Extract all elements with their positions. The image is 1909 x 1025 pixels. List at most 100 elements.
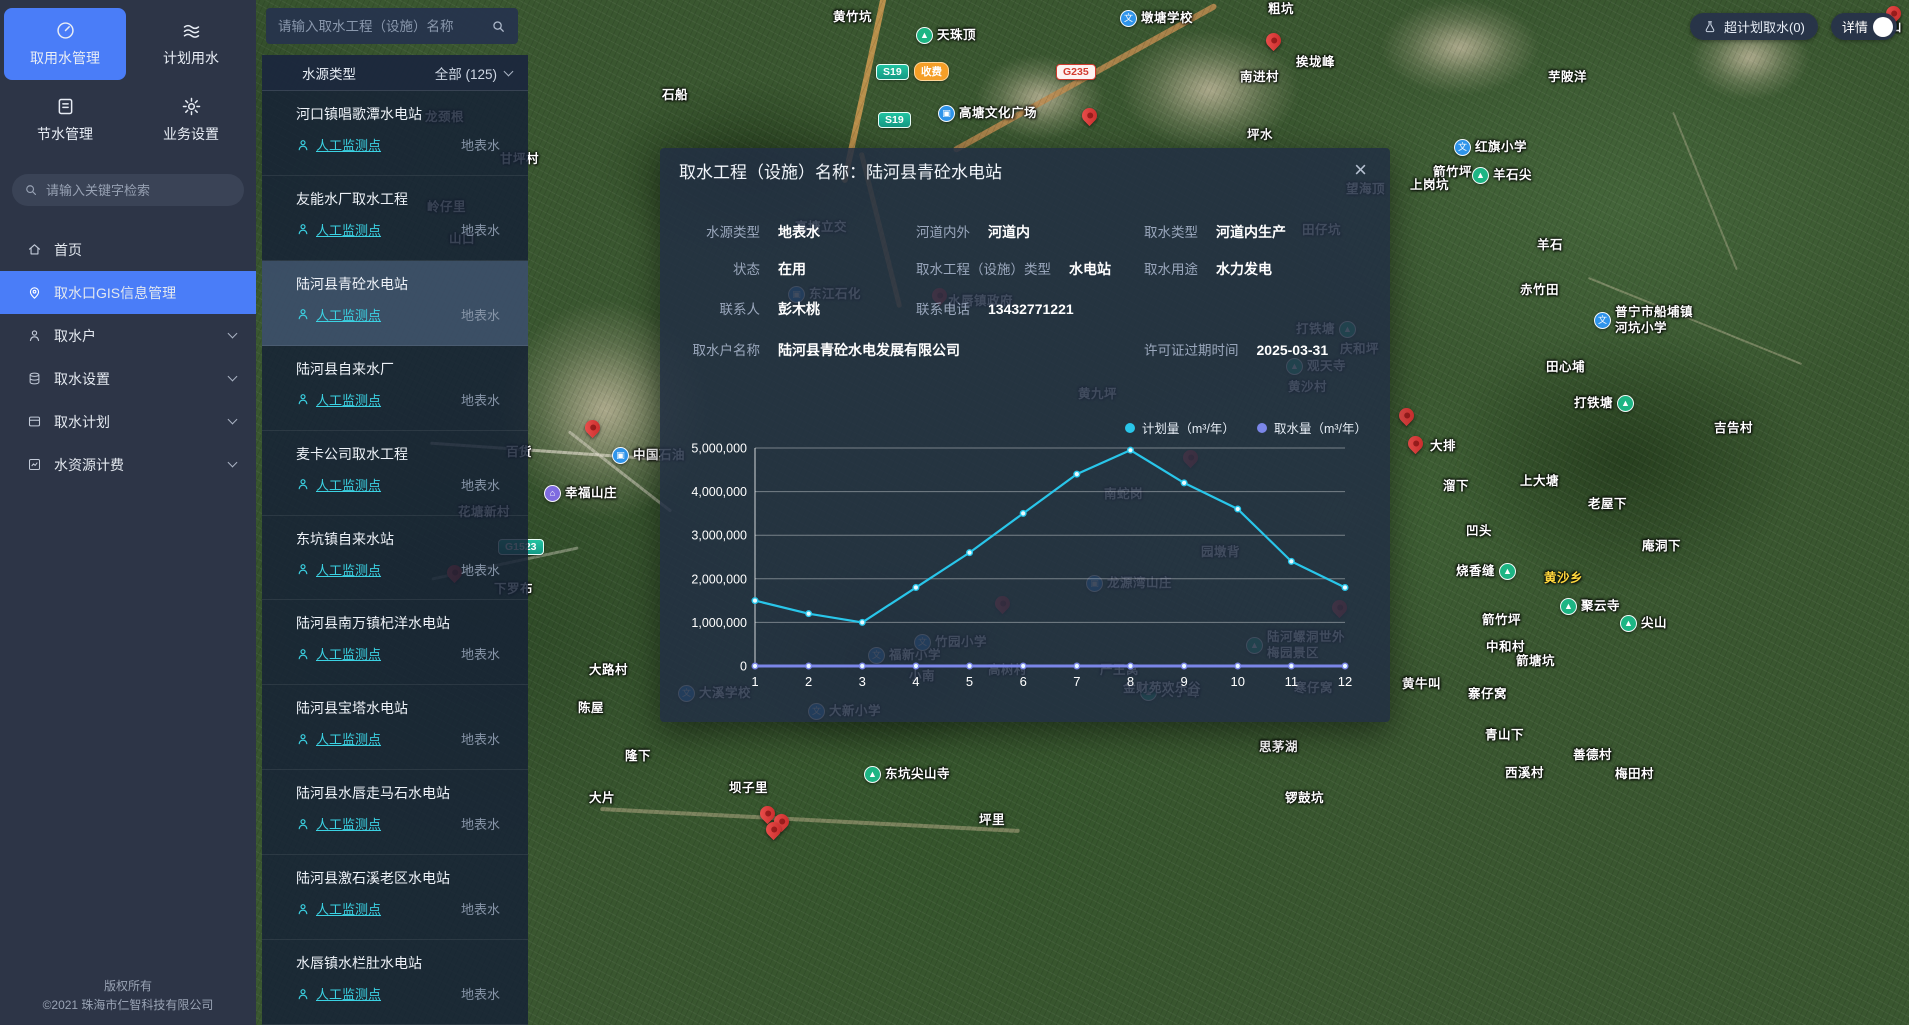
module-tile-2[interactable]: 节水管理 <box>4 84 126 156</box>
poi-marker-icon[interactable]: ▣ <box>938 105 955 122</box>
field-label: 取水用途 <box>1144 258 1198 278</box>
facility-list-item[interactable]: 麦卡公司取水工程人工监测点地表水 <box>262 431 528 516</box>
svg-text:7: 7 <box>1073 674 1080 689</box>
svg-text:5,000,000: 5,000,000 <box>691 442 747 456</box>
detail-toggle[interactable]: 详情 <box>1831 13 1897 40</box>
over-plan-intake-label: 超计划取水(0) <box>1724 17 1805 36</box>
poi-marker-icon[interactable]: 文 <box>1594 312 1611 329</box>
map-label: 吉告村 <box>1714 421 1753 437</box>
sidebar-item-0[interactable]: 首页 <box>0 228 256 271</box>
monitor-type-link[interactable]: 人工监测点 <box>316 305 381 324</box>
monitor-type-link[interactable]: 人工监测点 <box>316 814 381 833</box>
map-label-text: 赤竹田 <box>1520 283 1559 299</box>
legend-label: 计划量（m³/年） <box>1142 418 1235 437</box>
mountain-marker-icon[interactable]: ▲ <box>864 766 881 783</box>
map-label-text: 凹头 <box>1466 524 1492 540</box>
map-label: 黄沙乡 <box>1544 571 1583 587</box>
person-icon <box>296 477 310 491</box>
user-icon <box>27 328 42 343</box>
detail-field: 水源类型地表水 <box>664 221 916 242</box>
legend-item[interactable]: 计划量（m³/年） <box>1125 418 1235 437</box>
resort-marker-icon[interactable]: ⌂ <box>544 485 561 502</box>
mountain-marker-icon[interactable]: ▲ <box>916 27 933 44</box>
module-tile-1[interactable]: 计划用水 <box>130 8 252 80</box>
facility-list-item[interactable]: 陆河县水唇走马石水电站人工监测点地表水 <box>262 770 528 855</box>
close-icon[interactable]: × <box>1350 159 1371 181</box>
facility-name: 陆河县自来水厂 <box>296 359 528 379</box>
over-plan-intake-button[interactable]: 超计划取水(0) <box>1690 13 1818 40</box>
sidebar-item-1[interactable]: 取水口GIS信息管理 <box>0 271 256 314</box>
poi-marker-icon[interactable]: 文 <box>1120 10 1137 27</box>
map-label: 文普宁市船埔镇 河坑小学 <box>1594 305 1693 336</box>
map-label-text: 黄牛叫 <box>1402 677 1441 693</box>
monitor-type-link[interactable]: 人工监测点 <box>316 390 381 409</box>
field-value: 13432771221 <box>988 301 1074 317</box>
monitor-type-link[interactable]: 人工监测点 <box>316 644 381 663</box>
sidebar-search-input[interactable] <box>46 183 232 198</box>
search-icon[interactable] <box>491 19 506 34</box>
poi-marker-icon[interactable]: ▣ <box>612 447 629 464</box>
source-type-filter: 水源类型 全部 (125) <box>262 55 528 91</box>
legend-item[interactable]: 取水量（m³/年） <box>1257 418 1367 437</box>
sidebar-item-4[interactable]: 取水计划 <box>0 400 256 443</box>
flask-icon <box>1703 20 1717 34</box>
module-tile-3[interactable]: 业务设置 <box>130 84 252 156</box>
map-label: ▲聚云寺 <box>1560 598 1620 615</box>
mountain-marker-icon[interactable]: ▲ <box>1472 167 1489 184</box>
map-label: 陈屋 <box>578 701 604 717</box>
monitor-type-link[interactable]: 人工监测点 <box>316 135 381 154</box>
monitor-type-link[interactable]: 人工监测点 <box>316 984 381 1003</box>
map-label: 箭塘坑 <box>1516 654 1555 670</box>
map-label: ▲羊石尖 <box>1472 167 1532 184</box>
facility-list-item[interactable]: 陆河县宝塔水电站人工监测点地表水 <box>262 685 528 770</box>
road-badge: S19 <box>878 112 911 128</box>
monitor-type-link[interactable]: 人工监测点 <box>316 729 381 748</box>
facility-list-item[interactable]: 友能水厂取水工程人工监测点地表水 <box>262 176 528 261</box>
toll-badge: 收费 <box>914 62 949 81</box>
map-label: 南进村 <box>1240 70 1279 86</box>
field-value: 彭木桃 <box>778 299 820 319</box>
monitor-type-link[interactable]: 人工监测点 <box>316 475 381 494</box>
facility-list-item[interactable]: 东坑镇自来水站人工监测点地表水 <box>262 516 528 601</box>
monitor-type-link[interactable]: 人工监测点 <box>316 899 381 918</box>
map-label-text: 陈屋 <box>578 701 604 717</box>
filter-dropdown[interactable]: 全部 (125) <box>435 63 512 83</box>
facility-search-input[interactable] <box>278 19 483 34</box>
map-label: ▲天珠顶 <box>916 27 976 44</box>
field-value: 地表水 <box>778 222 820 242</box>
sidebar-item-3[interactable]: 取水设置 <box>0 357 256 400</box>
facility-list-item[interactable]: 水唇镇水栏肚水电站人工监测点地表水 <box>262 940 528 1025</box>
map-label: 庵洞下 <box>1642 539 1681 555</box>
field-label: 取水类型 <box>1144 221 1198 241</box>
monitor-type-link[interactable]: 人工监测点 <box>316 560 381 579</box>
facility-name: 河口镇唱歌潭水电站 <box>296 104 528 124</box>
detail-field: 许可证过期时间2025-03-31 <box>1144 339 1372 360</box>
module-tile-0[interactable]: 取用水管理 <box>4 8 126 80</box>
water-source-type: 地表水 <box>461 899 500 918</box>
facility-list-item[interactable]: 陆河县激石溪老区水电站人工监测点地表水 <box>262 855 528 940</box>
mountain-marker-icon[interactable]: ▲ <box>1499 563 1516 580</box>
facility-list-item[interactable]: 河口镇唱歌潭水电站人工监测点地表水 <box>262 91 528 176</box>
facility-list-item[interactable]: 陆河县青砼水电站人工监测点地表水 <box>262 261 528 346</box>
sidebar-item-2[interactable]: 取水户 <box>0 314 256 357</box>
poi-marker-icon[interactable]: 文 <box>1454 139 1471 156</box>
road-badge: G235 <box>1056 64 1096 80</box>
field-value: 在用 <box>778 259 806 279</box>
chevron-down-icon <box>228 458 238 468</box>
mountain-marker-icon[interactable]: ▲ <box>1560 598 1577 615</box>
sidebar-item-5[interactable]: 水资源计费 <box>0 443 256 486</box>
facility-list-item[interactable]: 陆河县南万镇杞洋水电站人工监测点地表水 <box>262 600 528 685</box>
map-label-text: 思茅湖 <box>1259 740 1298 756</box>
card-icon <box>27 414 42 429</box>
field-label: 联系电话 <box>916 298 970 318</box>
mountain-marker-icon[interactable]: ▲ <box>1617 395 1634 412</box>
chevron-down-icon <box>228 372 238 382</box>
mountain-marker-icon[interactable]: ▲ <box>1620 615 1637 632</box>
map-label-text: 大片 <box>589 791 615 807</box>
map-label-text: 箭竹坪 <box>1482 613 1521 629</box>
facility-list-item[interactable]: 陆河县自来水厂人工监测点地表水 <box>262 346 528 431</box>
copyright-line1: 版权所有 <box>0 977 256 996</box>
water-source-type: 地表水 <box>461 984 500 1003</box>
monitor-type-link[interactable]: 人工监测点 <box>316 220 381 239</box>
chevron-down-icon <box>228 415 238 425</box>
